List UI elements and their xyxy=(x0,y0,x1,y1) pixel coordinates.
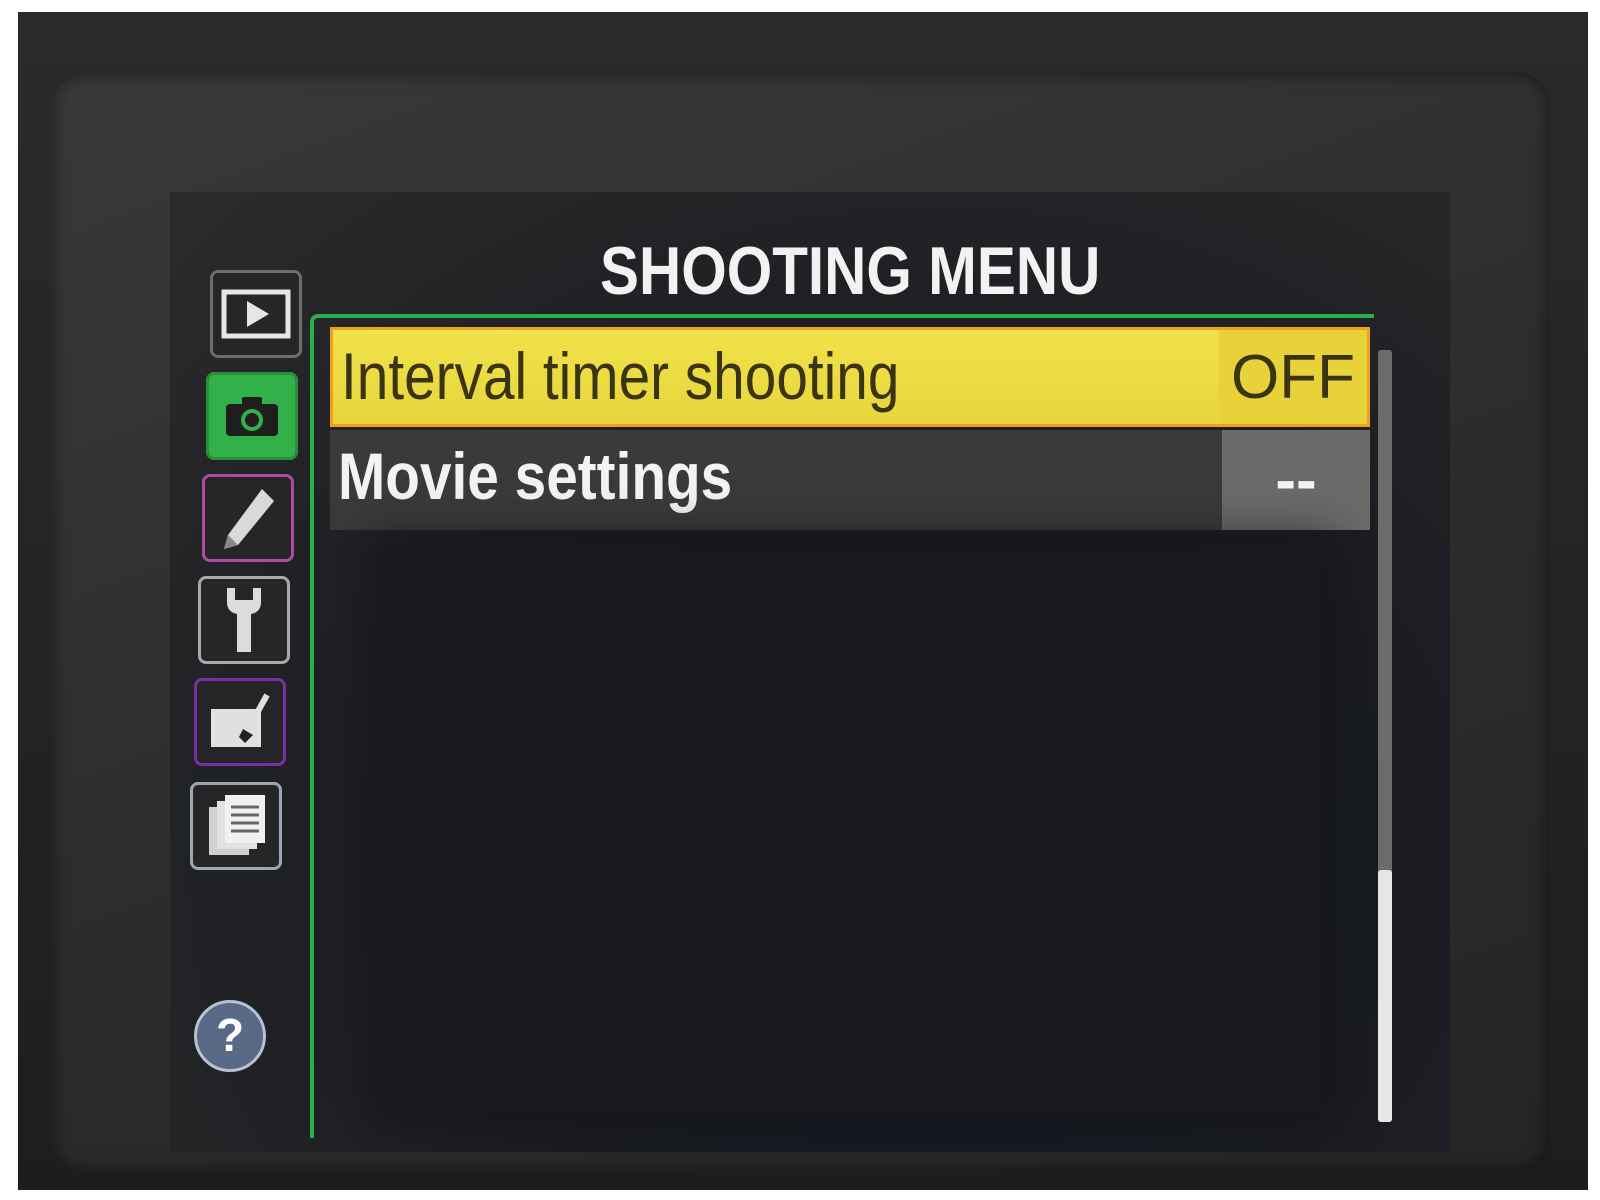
tab-recent-settings[interactable] xyxy=(190,782,282,870)
menu-item-label: Movie settings xyxy=(338,439,733,513)
tab-shooting[interactable] xyxy=(206,372,298,460)
tab-retouch[interactable] xyxy=(194,678,286,766)
play-icon xyxy=(221,289,291,339)
menu-item-label: Interval timer shooting xyxy=(341,339,900,413)
menu-item-movie-settings[interactable]: Movie settings -- xyxy=(330,430,1370,530)
camera-icon xyxy=(222,392,282,440)
lcd-bezel: SHOOTING MENU ? Interval timer shooting … xyxy=(50,72,1550,1172)
scrollbar-thumb[interactable] xyxy=(1378,870,1392,1122)
menu-tabs: ? xyxy=(170,192,330,1152)
tab-custom-settings[interactable] xyxy=(202,474,294,562)
page-title: SHOOTING MENU xyxy=(600,233,1101,309)
obscured-menu-area xyxy=(382,547,1322,1112)
wrench-icon xyxy=(219,584,269,656)
scrollbar[interactable] xyxy=(1378,350,1392,1122)
tab-playback[interactable] xyxy=(210,270,302,358)
menu-item-value: OFF xyxy=(1219,330,1367,424)
pencil-icon xyxy=(218,483,278,553)
menu-item-interval-timer[interactable]: Interval timer shooting OFF xyxy=(330,327,1370,427)
lcd-screen: SHOOTING MENU ? Interval timer shooting … xyxy=(170,192,1450,1152)
menu-item-value: -- xyxy=(1222,430,1370,530)
recent-settings-icon xyxy=(205,793,267,859)
retouch-brush-icon xyxy=(207,691,273,753)
help-icon[interactable]: ? xyxy=(194,1000,266,1072)
camera-body: SHOOTING MENU ? Interval timer shooting … xyxy=(18,12,1588,1190)
tab-setup[interactable] xyxy=(198,576,290,664)
